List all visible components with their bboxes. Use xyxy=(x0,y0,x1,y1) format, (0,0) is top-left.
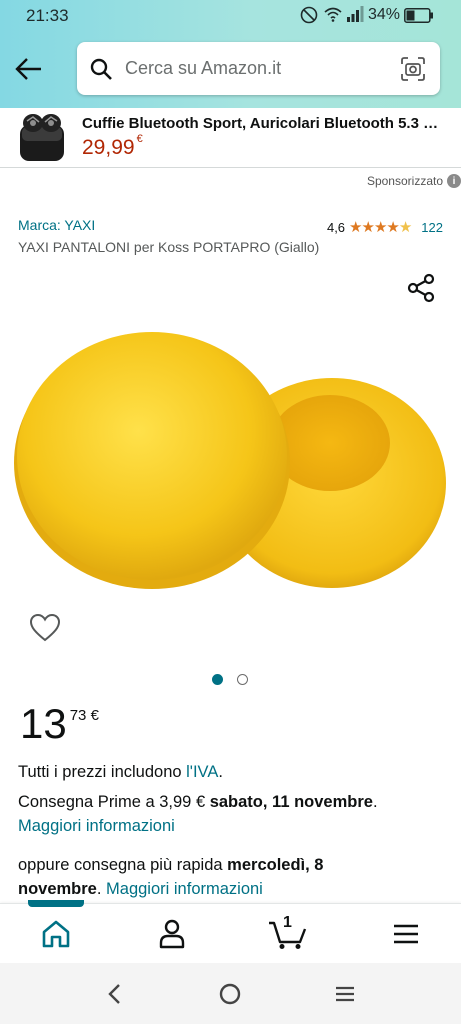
fast-delivery-suffix: . xyxy=(96,880,107,898)
delivery-suffix: . xyxy=(372,793,378,811)
price-integer: 13 xyxy=(20,700,67,747)
rating-value: 4,6 xyxy=(326,219,346,235)
banner-title[interactable]: Cuffie Bluetooth Sport, Auricolari Bluet… xyxy=(82,115,446,132)
more-info-link[interactable]: Maggiori informazioni xyxy=(18,817,175,836)
menu-icon[interactable] xyxy=(389,918,423,950)
battery-percent: 34% xyxy=(368,6,401,23)
pager-dot[interactable] xyxy=(212,674,223,685)
image-pager[interactable] xyxy=(212,674,248,685)
rating-summary[interactable]: 4,6 ★★★★★ 122 xyxy=(327,218,443,236)
back-arrow-icon[interactable] xyxy=(14,56,44,82)
info-icon[interactable]: i xyxy=(447,174,461,188)
product-title: YAXI PANTALONI per Koss PORTAPRO (Giallo… xyxy=(18,239,320,255)
fast-delivery-line: oppure consegna più rapida mercoledì, 8 xyxy=(18,856,323,875)
search-input[interactable]: Cerca su Amazon.it xyxy=(125,58,281,79)
header: 21:33 34% Cerca su Amazon.it xyxy=(0,0,461,108)
nav-recents-icon[interactable] xyxy=(332,981,358,1007)
sponsored-banner[interactable]: Cuffie Bluetooth Sport, Auricolari Bluet… xyxy=(0,108,461,168)
system-nav-bar xyxy=(0,963,461,1024)
home-icon[interactable] xyxy=(39,918,73,950)
banner-price: 29,99 € xyxy=(82,133,143,160)
product-image[interactable] xyxy=(12,318,448,594)
delivery-line: Consegna Prime a 3,99 € sabato, 11 novem… xyxy=(18,793,378,812)
camera-scan-icon[interactable] xyxy=(400,56,426,82)
do-not-disturb-icon xyxy=(300,6,318,24)
search-icon xyxy=(90,58,112,80)
banner-currency: € xyxy=(136,133,143,145)
fast-more-info-link[interactable]: Maggiori informazioni xyxy=(106,880,263,898)
sponsored-label[interactable]: Sponsorizzato i xyxy=(367,174,461,188)
product-price: 13 73 € xyxy=(20,703,99,745)
vat-link[interactable]: l'IVA xyxy=(186,763,218,781)
fast-delivery-date: mercoledì, 8 xyxy=(227,856,324,874)
share-icon[interactable] xyxy=(406,273,436,303)
delivery-date: sabato, 11 novembre xyxy=(209,793,373,811)
wifi-icon xyxy=(324,7,342,22)
search-bar[interactable]: Cerca su Amazon.it xyxy=(77,42,440,95)
signal-icon xyxy=(347,6,364,22)
sponsored-text: Sponsorizzato xyxy=(366,174,443,188)
nav-back-icon[interactable] xyxy=(102,981,128,1007)
vat-line: Tutti i prezzi includono l'IVA. xyxy=(18,763,223,782)
account-icon[interactable] xyxy=(155,918,189,950)
wishlist-heart-icon[interactable] xyxy=(29,613,61,643)
fast-delivery-text: oppure consegna più rapida xyxy=(18,856,228,874)
bottom-tab-bar xyxy=(0,903,461,963)
status-bar: 21:33 34% xyxy=(0,0,461,32)
pager-dot[interactable] xyxy=(237,674,248,685)
vat-text: Tutti i prezzi includono xyxy=(18,763,187,781)
delivery-text: Consegna Prime a 3,99 € xyxy=(18,793,210,811)
nav-home-icon[interactable] xyxy=(217,981,243,1007)
fast-delivery-line-2: novembre. Maggiori informazioni xyxy=(18,880,263,899)
brand-link[interactable]: Marca: YAXI xyxy=(18,217,95,233)
rating-count[interactable]: 122 xyxy=(421,220,443,235)
price-fraction: 73 € xyxy=(69,707,99,724)
fast-delivery-date-2: novembre xyxy=(18,880,97,898)
active-tab-indicator xyxy=(28,900,84,907)
status-time: 21:33 xyxy=(26,6,69,25)
battery-icon xyxy=(404,8,433,23)
earbuds-thumbnail xyxy=(20,114,64,161)
vat-suffix: . xyxy=(218,763,223,781)
banner-price-value: 29,99 xyxy=(82,136,135,159)
rating-stars-icon: ★★★★★ xyxy=(349,219,412,236)
cart-count: 1 xyxy=(283,914,292,931)
